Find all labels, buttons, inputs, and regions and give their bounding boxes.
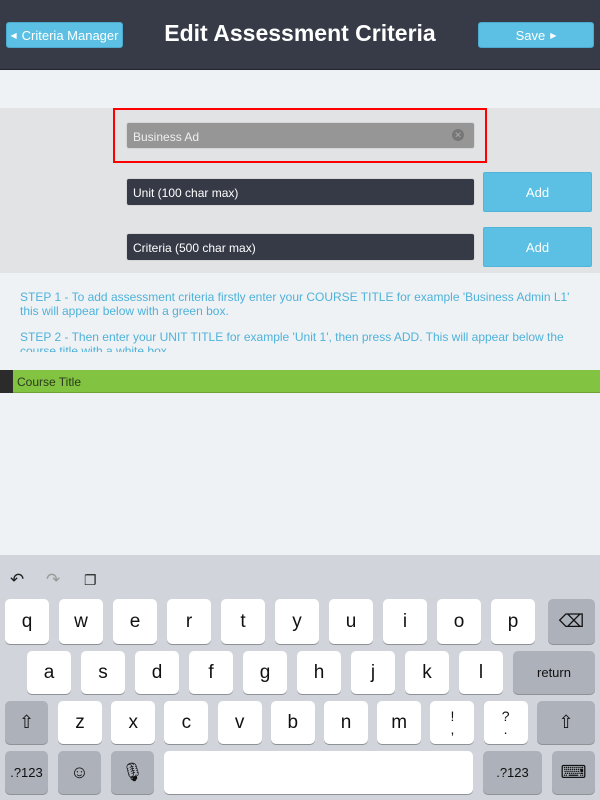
save-button[interactable]: Save ▶ <box>478 22 594 48</box>
criteria-manager-back-button[interactable]: ◀ Criteria Manager <box>6 22 123 48</box>
key-d[interactable]: d <box>135 651 179 694</box>
key-e[interactable]: e <box>113 599 157 644</box>
page-title: Edit Assessment Criteria <box>164 20 436 46</box>
key-w[interactable]: w <box>59 599 103 644</box>
course-title-input[interactable]: Business Ad ✕ <box>126 122 475 149</box>
key-h[interactable]: h <box>297 651 341 694</box>
key-z[interactable]: z <box>58 701 102 744</box>
step-2-text: STEP 2 - Then enter your UNIT TITLE for … <box>20 330 564 352</box>
key-f[interactable]: f <box>189 651 233 694</box>
delete-key[interactable]: ⌫ <box>548 599 595 644</box>
key-!,[interactable]: ! , <box>430 701 475 744</box>
back-arrow-icon: ◀ <box>10 30 17 40</box>
key-s[interactable]: s <box>81 651 125 694</box>
key-i[interactable]: i <box>383 599 427 644</box>
key-l[interactable]: l <box>459 651 503 694</box>
key-b[interactable]: b <box>270 701 315 744</box>
key-k[interactable]: k <box>405 651 449 694</box>
clear-icon[interactable]: ✕ <box>452 129 464 141</box>
key-t[interactable]: t <box>221 599 265 644</box>
forward-arrow-icon: ▶ <box>550 30 557 40</box>
redo-icon[interactable]: ↷ <box>46 570 60 590</box>
space-key[interactable] <box>164 751 473 794</box>
key-c[interactable]: c <box>164 701 209 744</box>
key-o[interactable]: o <box>437 599 481 644</box>
shift-key[interactable]: ⇧ <box>5 701 48 744</box>
key-m[interactable]: m <box>377 701 422 744</box>
instructions: STEP 1 - To add assessment criteria firs… <box>0 290 600 352</box>
key-y[interactable]: y <box>275 599 319 644</box>
add-criteria-button[interactable]: Add <box>483 227 592 267</box>
key-v[interactable]: v <box>217 701 262 744</box>
key-x[interactable]: x <box>111 701 156 744</box>
key-j[interactable]: j <box>351 651 395 694</box>
criteria-input[interactable]: Criteria (500 char max) <box>126 233 475 261</box>
key-u[interactable]: u <box>329 599 373 644</box>
nav-bar: ◀ Criteria Manager Edit Assessment Crite… <box>0 0 600 70</box>
unit-input[interactable]: Unit (100 char max) <box>126 178 475 206</box>
step-1-text: STEP 1 - To add assessment criteria firs… <box>20 290 570 318</box>
paste-icon[interactable]: ❐ <box>84 572 97 589</box>
key-n[interactable]: n <box>324 701 368 744</box>
key-?.[interactable]: ? . <box>483 701 528 744</box>
dictation-key[interactable]: 🎙 <box>111 751 154 794</box>
add-unit-button[interactable]: Add <box>483 172 592 212</box>
key-p[interactable]: p <box>491 599 535 644</box>
key-g[interactable]: g <box>243 651 287 694</box>
course-row-marker <box>0 370 13 393</box>
dismiss-keyboard-key[interactable]: ⌨ <box>552 751 595 794</box>
shift-key[interactable]: ⇧ <box>537 701 595 744</box>
numbers-key[interactable]: .?123 <box>5 751 48 794</box>
course-title-row[interactable]: Course Title <box>13 370 600 393</box>
key-a[interactable]: a <box>27 651 71 694</box>
return-key[interactable]: return <box>513 651 595 694</box>
numbers-key[interactable]: .?123 <box>483 751 542 794</box>
key-r[interactable]: r <box>167 599 211 644</box>
emoji-key[interactable]: ☺ <box>58 751 101 794</box>
key-q[interactable]: q <box>5 599 49 644</box>
undo-icon[interactable]: ↶ <box>10 570 24 590</box>
